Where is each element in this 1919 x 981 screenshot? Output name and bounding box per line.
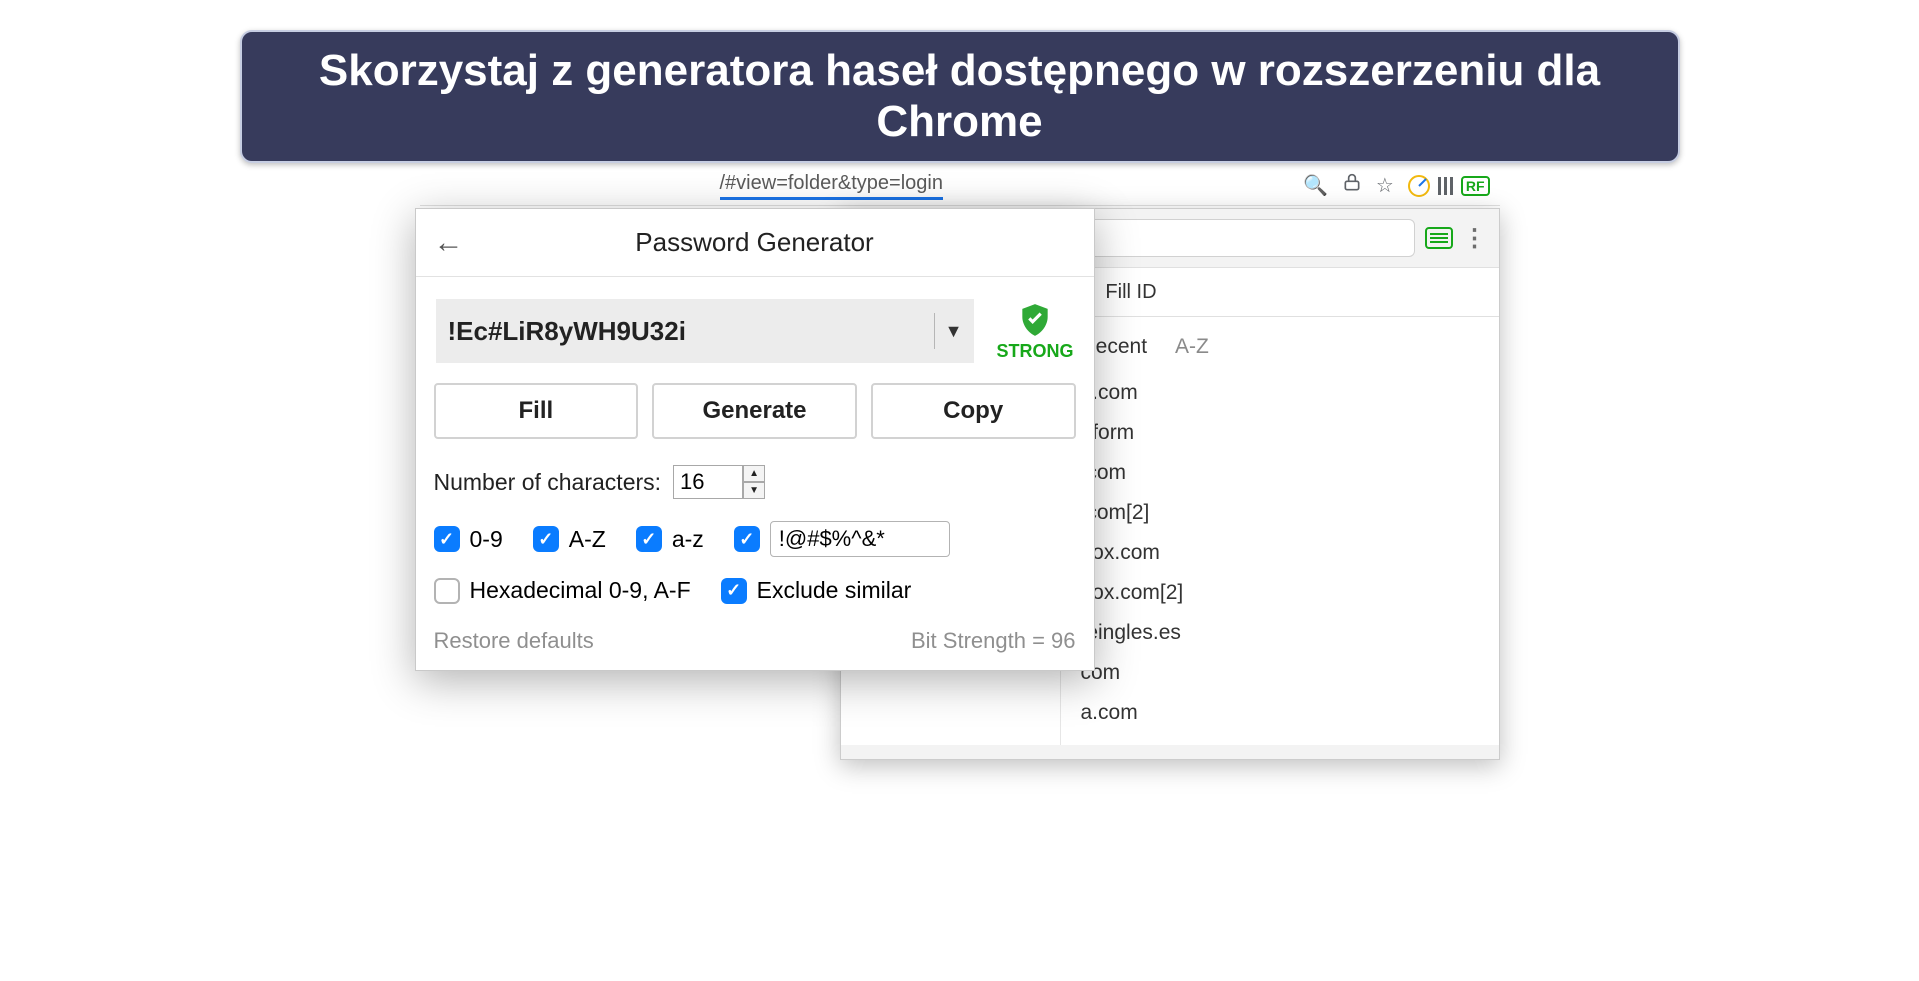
login-list: e.com oform .com .com[2] box.com box.com… [1061, 373, 1499, 733]
generated-password-box: !Ec#LiR8yWH9U32i ▼ [436, 299, 975, 363]
check-exclude-label: Exclude similar [757, 577, 912, 604]
separator [934, 313, 935, 349]
page-title: Password Generator [635, 227, 873, 258]
check-symbols[interactable]: ✓ [734, 521, 950, 557]
generate-button[interactable]: Generate [652, 383, 857, 439]
back-arrow-icon[interactable]: ← [434, 226, 464, 260]
sort-az[interactable]: A-Z [1175, 335, 1209, 359]
check-digits-label: 0-9 [470, 526, 503, 553]
symbols-input[interactable] [770, 521, 950, 557]
checkbox-checked-icon: ✓ [533, 526, 559, 552]
list-item[interactable]: box.com[2] [1061, 573, 1499, 613]
num-chars-label: Number of characters: [434, 469, 662, 496]
shield-check-icon [1016, 301, 1054, 339]
checkbox-checked-icon: ✓ [721, 578, 747, 604]
reader-icon[interactable] [1444, 177, 1447, 195]
compass-extension-icon[interactable] [1408, 175, 1430, 197]
copy-button[interactable]: Copy [871, 383, 1076, 439]
list-item[interactable]: teingles.es [1061, 613, 1499, 653]
bit-strength-label: Bit Strength = 96 [911, 628, 1076, 654]
check-exclude-similar[interactable]: ✓ Exclude similar [721, 577, 912, 604]
list-item[interactable]: oform [1061, 413, 1499, 453]
num-chars-input[interactable] [673, 465, 743, 499]
password-generator-popup: ← Password Generator !Ec#LiR8yWH9U32i ▼ … [415, 208, 1095, 671]
num-chars-stepper[interactable]: ▲ ▼ [673, 465, 765, 499]
address-bar[interactable]: /#view=folder&type=login [720, 172, 1303, 200]
check-lower[interactable]: ✓ a-z [636, 526, 704, 553]
banner-title: Skorzystaj z generatora haseł dostępnego… [240, 30, 1680, 163]
browser-toolbar: /#view=folder&type=login 🔍 ☆ RF [420, 166, 1500, 206]
star-icon[interactable]: ☆ [1376, 173, 1394, 198]
restore-defaults-link[interactable]: Restore defaults [434, 628, 594, 654]
keyboard-icon[interactable] [1425, 227, 1453, 249]
check-lower-label: a-z [672, 526, 704, 553]
stepper-up-icon[interactable]: ▲ [743, 465, 765, 482]
stepper-down-icon[interactable]: ▼ [743, 482, 765, 499]
tab-fill-id-label: Fill ID [1105, 281, 1156, 304]
list-item[interactable]: a.com [1061, 693, 1499, 733]
strength-label: STRONG [996, 341, 1073, 362]
generated-password: !Ec#LiR8yWH9U32i [448, 316, 924, 347]
kebab-menu-icon[interactable]: ⋮ [1463, 224, 1487, 253]
search-icon[interactable]: 🔍 [1303, 173, 1328, 198]
checkbox-checked-icon: ✓ [434, 526, 460, 552]
check-hex-label: Hexadecimal 0-9, A-F [470, 577, 691, 604]
share-icon[interactable] [1342, 173, 1362, 198]
checkbox-checked-icon: ✓ [734, 526, 760, 552]
roboform-extension-icon[interactable]: RF [1461, 176, 1490, 196]
list-item[interactable]: .com[2] [1061, 493, 1499, 533]
strength-badge: STRONG [996, 301, 1073, 362]
list-item[interactable]: com [1061, 653, 1499, 693]
check-upper-label: A-Z [569, 526, 606, 553]
check-hexadecimal[interactable]: Hexadecimal 0-9, A-F [434, 577, 691, 604]
list-item[interactable]: box.com [1061, 533, 1499, 573]
url-text: /#view=folder&type=login [720, 172, 943, 200]
list-item[interactable]: .com [1061, 453, 1499, 493]
checkbox-checked-icon: ✓ [636, 526, 662, 552]
chevron-down-icon[interactable]: ▼ [945, 321, 963, 342]
check-digits[interactable]: ✓ 0-9 [434, 526, 503, 553]
check-upper[interactable]: ✓ A-Z [533, 526, 606, 553]
list-item[interactable]: e.com [1061, 373, 1499, 413]
fill-button[interactable]: Fill [434, 383, 639, 439]
checkbox-unchecked-icon [434, 578, 460, 604]
